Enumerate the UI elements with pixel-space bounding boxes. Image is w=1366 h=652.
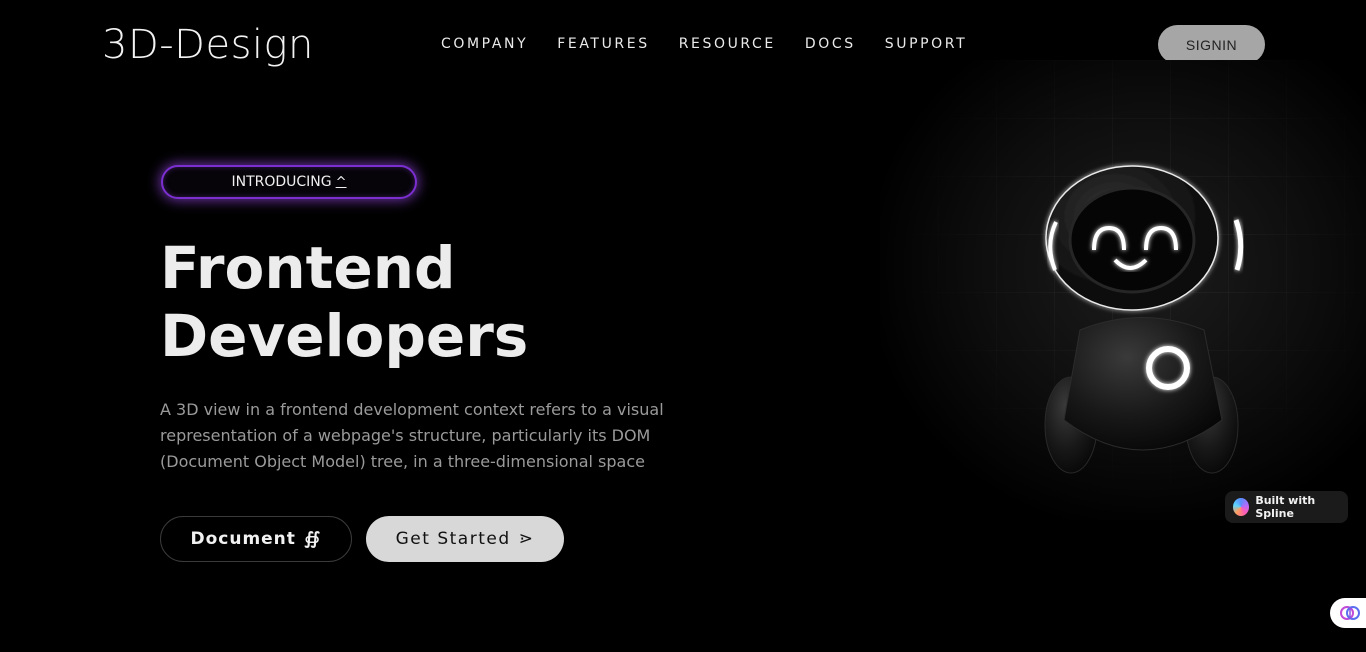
nav-docs[interactable]: DOCS (805, 36, 856, 52)
spline-badge-label: Built with Spline (1255, 494, 1316, 520)
robot-illustration[interactable] (880, 60, 1366, 520)
hero-description: A 3D view in a frontend development cont… (160, 400, 664, 471)
caret-up-icon: ^ (335, 174, 347, 190)
get-started-label: Get Started (395, 529, 511, 549)
arrow-right-icon: ⋗ (518, 529, 535, 549)
document-button-label: Document (190, 529, 296, 549)
hero-title-line1: Frontend (160, 234, 456, 302)
spline-logo-icon (1233, 498, 1250, 516)
introducing-badge[interactable]: INTRODUCING ^ (161, 165, 417, 199)
nav-features[interactable]: FEATURES (557, 36, 649, 52)
nav-support[interactable]: SUPPORT (885, 36, 968, 52)
get-started-button[interactable]: Get Started ⋗ (366, 516, 564, 562)
main-nav: COMPANY FEATURES RESOURCE DOCS SUPPORT (441, 36, 967, 52)
robot-illustration-icon (1044, 165, 1244, 474)
nav-resource[interactable]: RESOURCE (679, 36, 776, 52)
brain-icon (1340, 606, 1360, 620)
document-button[interactable]: Document ∯ (160, 516, 352, 562)
built-with-spline-badge[interactable]: Built with Spline (1225, 491, 1348, 523)
badge-label: INTRODUCING (231, 174, 332, 190)
hero-title: Frontend Developers (160, 234, 528, 370)
assistant-widget[interactable] (1330, 598, 1366, 628)
brand-logo[interactable]: 3D-Design (102, 22, 314, 68)
signin-button[interactable]: SIGNIN (1158, 25, 1265, 64)
nav-company[interactable]: COMPANY (441, 36, 528, 52)
document-icon: ∯ (303, 529, 322, 549)
hero-title-line2: Developers (160, 302, 529, 370)
